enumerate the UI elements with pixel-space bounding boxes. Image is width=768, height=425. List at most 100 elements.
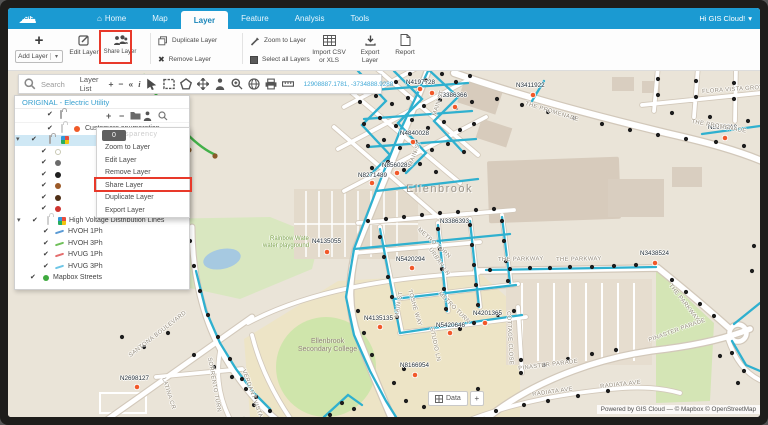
layer-name[interactable]: Mapbox Streets [53, 274, 102, 281]
data-expand-button[interactable]: + [469, 391, 484, 406]
map-node-dot[interactable] [437, 97, 443, 103]
map-node-dot[interactable] [655, 92, 661, 98]
layer-visibility-check[interactable]: ✔ [41, 182, 47, 190]
map-node-dot[interactable] [385, 274, 391, 280]
layer-visibility-check[interactable]: ✔ [41, 159, 47, 167]
map-node-dot[interactable] [565, 356, 571, 362]
expand-caret-icon[interactable]: ▾ [17, 217, 21, 225]
map-node-dot[interactable] [457, 127, 463, 133]
map-node-dot[interactable] [385, 159, 391, 165]
expand-caret-icon[interactable]: ▾ [16, 136, 20, 144]
map-labeled-node-dot[interactable] [428, 89, 436, 97]
map-node-dot[interactable] [119, 334, 125, 340]
map-node-dot[interactable] [357, 99, 363, 105]
map-node-dot[interactable] [511, 308, 517, 314]
map-node-dot[interactable] [683, 136, 689, 142]
map-node-dot[interactable] [267, 408, 273, 414]
gis-cloud-logo[interactable]: ☁ GIS [18, 8, 37, 29]
report-button[interactable]: Report [390, 29, 420, 71]
map-node-dot[interactable] [633, 262, 639, 268]
nav-analysis[interactable]: Analysis [282, 8, 338, 29]
map-node-dot[interactable] [419, 212, 425, 218]
map-node-dot[interactable] [471, 262, 477, 268]
map-node-dot[interactable] [339, 400, 345, 406]
zoom-out-button[interactable]: − [119, 79, 124, 89]
map-labeled-node-dot[interactable] [451, 103, 459, 111]
layer-visibility-check[interactable]: ✔ [43, 228, 49, 236]
map-labeled-node-dot[interactable] [368, 179, 376, 187]
map-node-dot[interactable] [693, 94, 699, 100]
zoom-select-tool[interactable] [231, 78, 243, 90]
duplicate-layer-button[interactable]: Duplicate Layer [158, 33, 238, 48]
layer-row-hvoh-3ph[interactable]: ✔ HVOH 3Ph [15, 238, 189, 250]
map-node-dot[interactable] [383, 216, 389, 222]
map-node-dot[interactable] [407, 71, 413, 77]
map-node-dot[interactable] [393, 123, 399, 129]
map-node-dot[interactable] [397, 145, 403, 151]
layer-visibility-check[interactable]: ✔ [41, 205, 47, 213]
map-node-dot[interactable] [735, 380, 741, 386]
map-labeled-node-dot[interactable] [323, 248, 331, 256]
layer-list-button[interactable]: Layer List [80, 75, 99, 93]
map-node-dot[interactable] [499, 218, 505, 224]
map-node-dot[interactable] [475, 302, 481, 308]
map-node-dot[interactable] [361, 121, 367, 127]
map-node-dot[interactable] [473, 207, 479, 213]
layer-visibility-check[interactable]: ✔ [31, 136, 37, 144]
lock-icon[interactable] [61, 123, 63, 133]
map-node-dot[interactable] [471, 121, 477, 127]
map-node-dot[interactable] [381, 254, 387, 260]
nav-feature[interactable]: Feature [228, 8, 282, 29]
menu-edit-layer[interactable]: Edit Layer [97, 155, 189, 168]
map-node-dot[interactable] [545, 109, 551, 115]
polygon-select-tool[interactable] [179, 78, 192, 90]
map-node-dot[interactable] [253, 394, 259, 400]
map-labeled-node-dot[interactable] [408, 264, 416, 272]
layer-row-hvug-1ph[interactable]: ✔ HVUG 1Ph [15, 250, 189, 262]
map-labeled-node-dot[interactable] [529, 91, 537, 99]
map-node-dot[interactable] [547, 265, 553, 271]
layer-visibility-check[interactable]: ✔ [47, 125, 53, 133]
pan-tool[interactable] [196, 78, 209, 90]
menu-zoom-to-layer[interactable]: Zoom to Layer [97, 142, 189, 155]
data-button[interactable]: Data [428, 391, 468, 406]
map-node-dot[interactable] [749, 268, 755, 274]
map-node-dot[interactable] [467, 222, 473, 228]
map-node-dot[interactable] [589, 264, 595, 270]
map-node-dot[interactable] [421, 103, 427, 109]
print-tool[interactable] [265, 78, 277, 90]
layer-visibility-check[interactable]: ✔ [43, 240, 49, 248]
layer-visibility-check[interactable]: ✔ [41, 194, 47, 202]
panel-add-button[interactable]: + [106, 111, 111, 121]
map-node-dot[interactable] [433, 169, 439, 175]
layer-visibility-check[interactable]: ✔ [41, 171, 47, 179]
nav-map[interactable]: Map [139, 8, 181, 29]
panel-search-icon[interactable] [158, 111, 168, 121]
map-node-dot[interactable] [741, 368, 747, 374]
map-node-dot[interactable] [403, 398, 409, 404]
map-node-dot[interactable] [441, 286, 447, 292]
map-node-dot[interactable] [453, 79, 459, 85]
select-box-tool[interactable] [162, 78, 175, 90]
map-node-dot[interactable] [729, 350, 735, 356]
map-labeled-node-dot[interactable] [393, 169, 401, 177]
map-node-dot[interactable] [351, 406, 357, 412]
map-node-dot[interactable] [731, 96, 737, 102]
map-node-dot[interactable] [425, 125, 431, 131]
map-node-dot[interactable] [373, 93, 379, 99]
map-node-dot[interactable] [409, 117, 415, 123]
map-node-dot[interactable] [717, 353, 723, 359]
map-labeled-node-dot[interactable] [133, 383, 141, 391]
map-node-dot[interactable] [751, 243, 757, 249]
layer-visibility-check[interactable]: ✔ [43, 263, 49, 271]
layer-visibility-check[interactable]: ✔ [43, 251, 49, 259]
map-labeled-node-dot[interactable] [446, 329, 454, 337]
menu-duplicate-layer[interactable]: Duplicate Layer [97, 192, 189, 205]
map-node-dot[interactable] [429, 147, 435, 153]
map-node-dot[interactable] [391, 380, 397, 386]
map-node-dot[interactable] [191, 352, 197, 358]
layer-row-mapbox-streets[interactable]: ✔ Mapbox Streets [15, 273, 189, 285]
map-node-dot[interactable] [381, 137, 387, 143]
map-node-dot[interactable] [215, 334, 221, 340]
map-node-dot[interactable] [445, 141, 451, 147]
